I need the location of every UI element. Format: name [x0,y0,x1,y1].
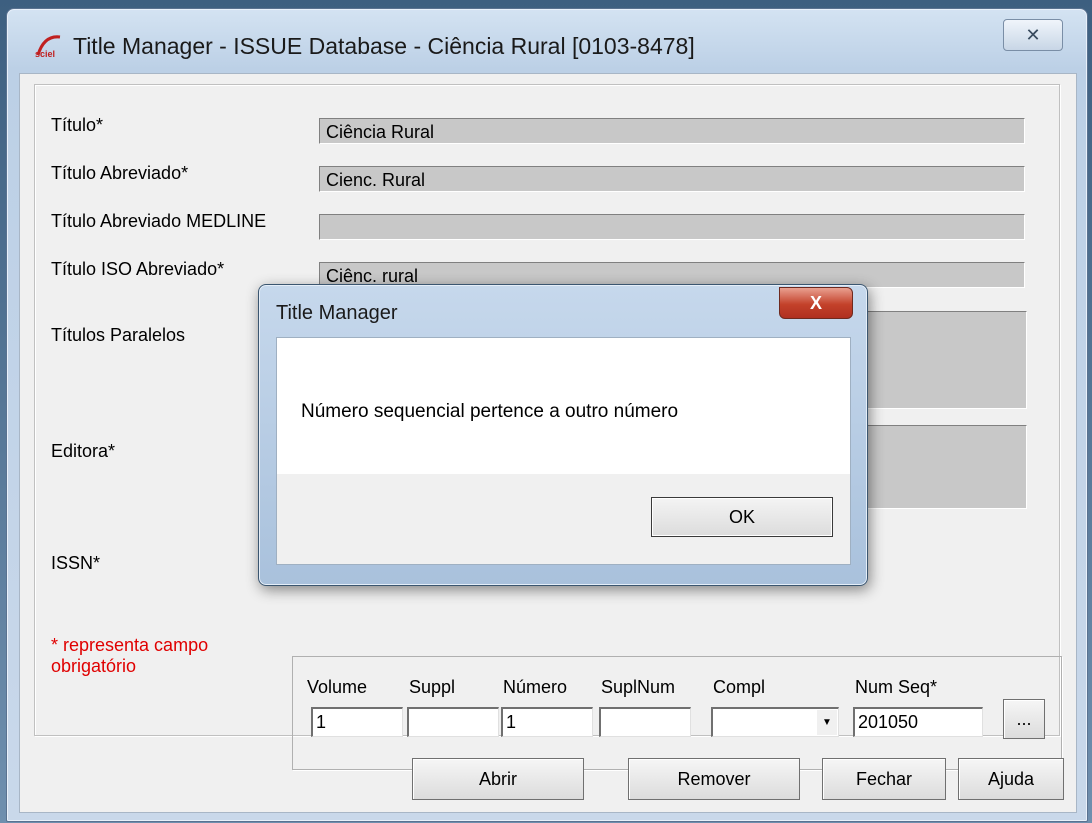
window-title: Title Manager - ISSUE Database - Ciência… [73,33,695,59]
ok-button[interactable]: OK [651,497,833,537]
numseq-label: Num Seq* [855,677,938,697]
close-icon: ✕ [1025,24,1041,45]
titulo-medline-field[interactable] [319,214,1025,240]
titulo-abreviado-field[interactable]: Cienc. Rural [319,166,1025,192]
editora-label: Editora* [51,441,116,461]
numero-label: Número [503,677,568,697]
dialog-footer: OK [276,474,851,565]
titulo-medline-label: Título Abreviado MEDLINE [51,211,267,231]
suppl-label: Suppl [409,677,456,697]
dialog-message: Número sequencial pertence a outro númer… [301,401,679,422]
remover-button[interactable]: Remover [628,758,800,800]
abrir-button[interactable]: Abrir [412,758,584,800]
volume-label: Volume [307,677,368,697]
issn-label: ISSN* [51,553,101,573]
titulo-iso-label: Título ISO Abreviado* [51,259,225,279]
close-icon: X [809,292,822,313]
titulo-abreviado-label: Título Abreviado* [51,163,189,183]
titulo-field[interactable]: Ciência Rural [319,118,1025,144]
suppl-input[interactable] [407,707,499,737]
suplnum-input[interactable] [599,707,691,737]
titulos-paralelos-label: Títulos Paralelos [51,325,186,345]
required-note: * representa campo obrigatório [51,635,209,676]
fechar-button[interactable]: Fechar [822,758,946,800]
volume-input[interactable]: 1 [311,707,403,737]
compl-select[interactable]: ▼ [711,707,839,737]
dialog-close-button[interactable]: X [779,287,853,319]
issue-group: Volume 1 Suppl Número 1 SuplNum Compl ▼ … [292,656,1062,770]
app-logo-icon: sciel [35,35,61,59]
ajuda-button[interactable]: Ajuda [958,758,1064,800]
title-bar[interactable]: sciel Title Manager - ISSUE Database - C… [7,9,1087,79]
titulo-label: Título* [51,115,104,135]
dialog-title: Title Manager [276,302,398,324]
dropdown-arrow-icon[interactable]: ▼ [817,710,837,735]
numseq-input[interactable]: 201050 [853,707,983,737]
numero-input[interactable]: 1 [501,707,593,737]
browse-button[interactable]: ... [1003,699,1045,739]
compl-label: Compl [713,677,766,697]
window-close-button[interactable]: ✕ [1003,19,1063,51]
dialog-body: Número sequencial pertence a outro númer… [276,337,851,475]
suplnum-label: SuplNum [601,677,676,697]
message-dialog: Title Manager X Número sequencial perten… [258,284,868,586]
svg-text:sciel: sciel [35,49,55,59]
